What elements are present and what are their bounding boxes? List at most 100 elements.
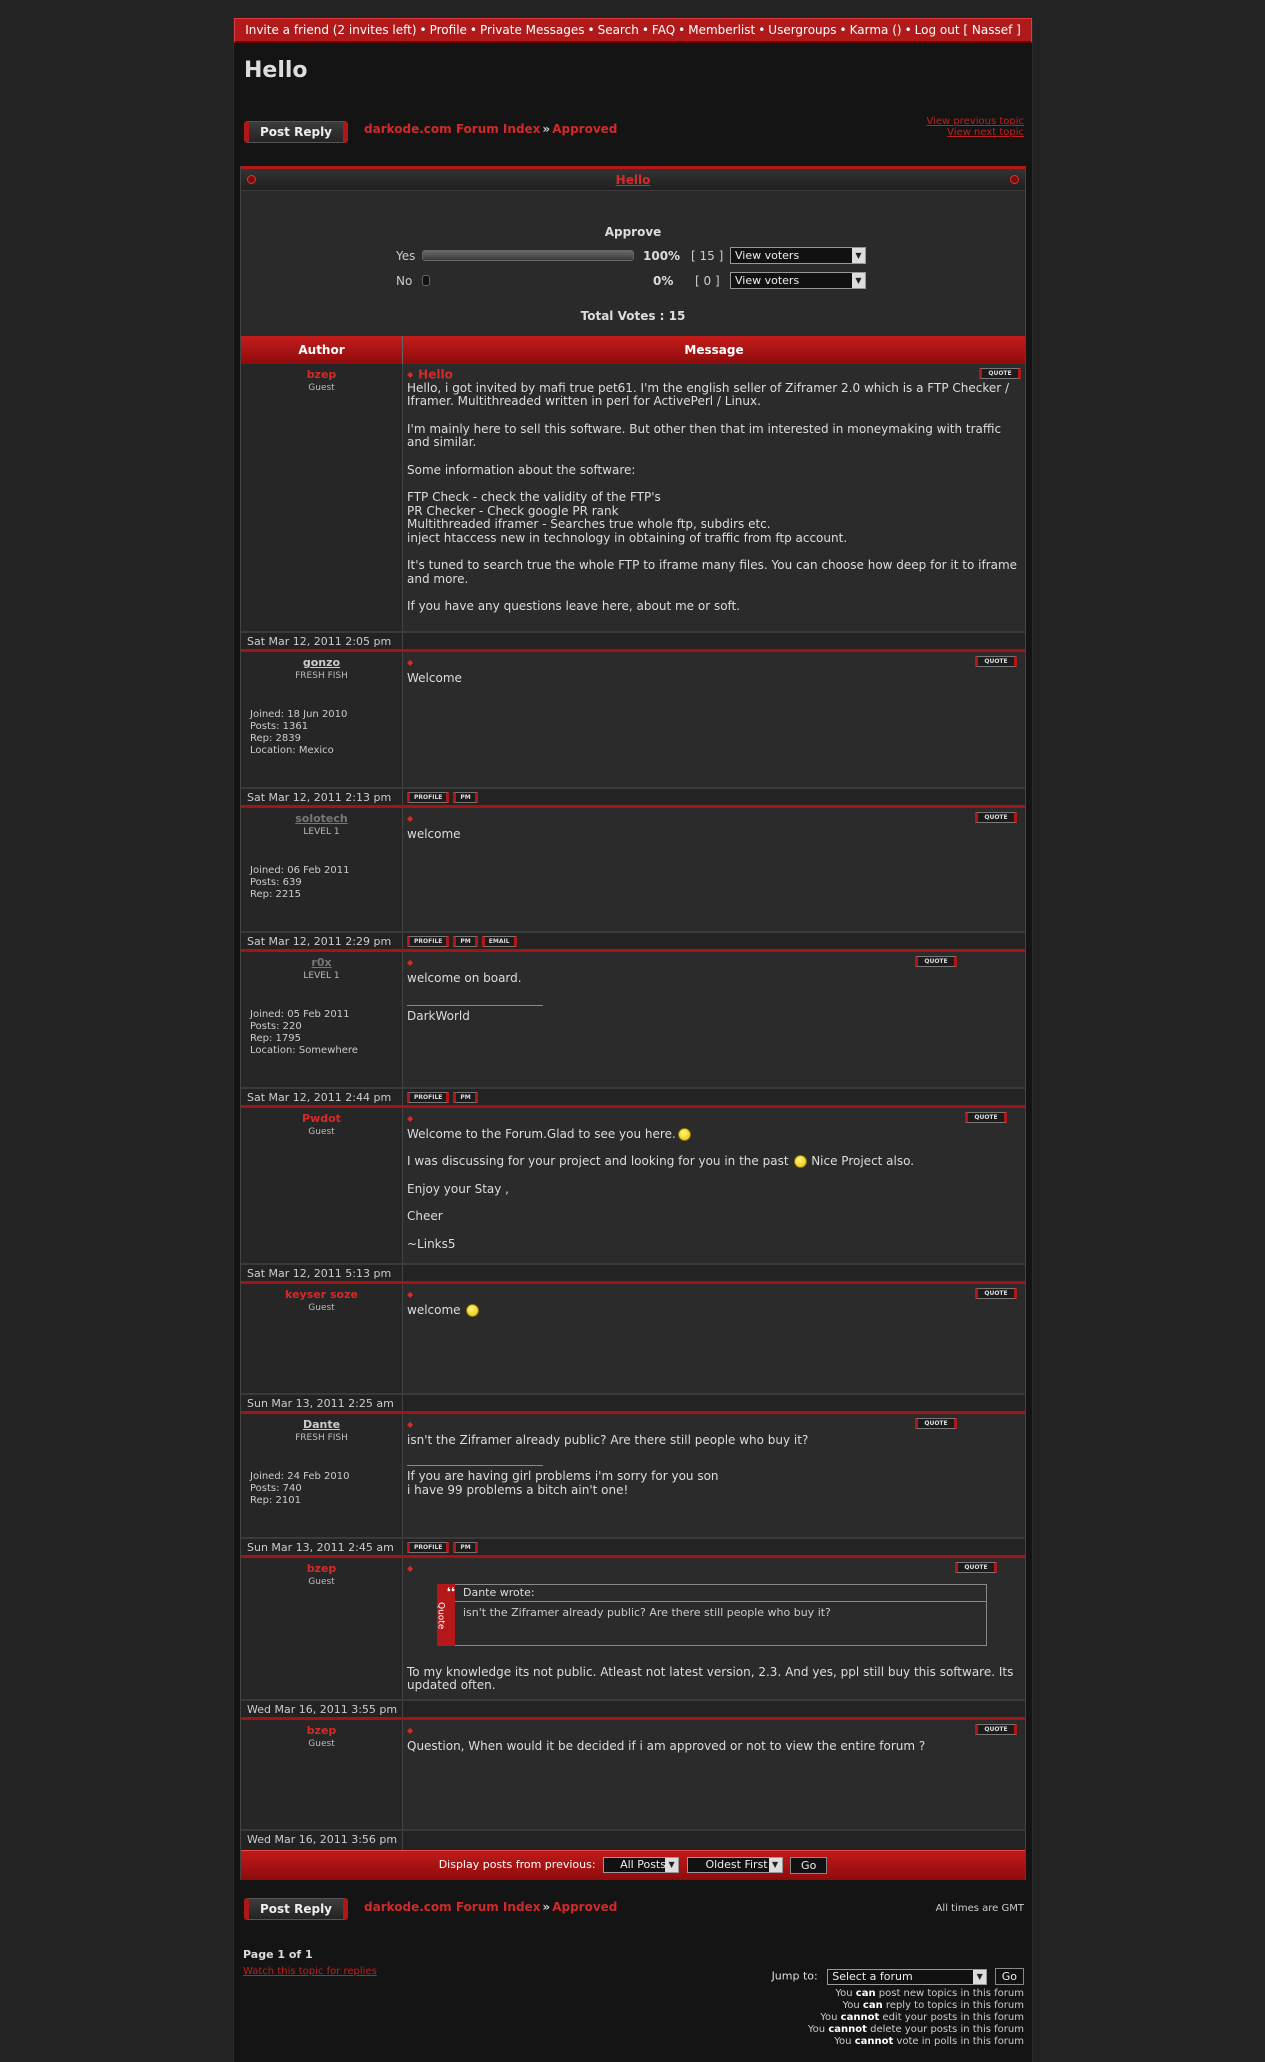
watch-topic-link[interactable]: Watch this topic for replies — [243, 1966, 377, 1977]
display-period-select[interactable]: All Posts ▼ — [603, 1857, 680, 1873]
nav-private-messages[interactable]: Private Messages — [480, 23, 585, 37]
quote-button[interactable]: QUOTE — [955, 1562, 997, 1573]
nav-karma[interactable]: Karma () — [850, 23, 902, 37]
post-paragraph: It's tuned to search true the whole FTP … — [407, 558, 1018, 586]
post-date: Sun Mar 13, 2011 2:25 am — [241, 1395, 403, 1411]
quote-button[interactable]: QUOTE — [965, 1112, 1007, 1123]
nav-usergroups[interactable]: Usergroups — [768, 23, 836, 37]
post-line: Multithreaded iframer - Searches true wh… — [407, 517, 771, 532]
author-joined: Joined: 06 Feb 2011 — [250, 865, 350, 876]
breadcrumb-current[interactable]: Approved — [552, 122, 617, 136]
author-rep: Rep: 2215 — [250, 889, 301, 900]
post-actions — [403, 1831, 1025, 1850]
post-message: Welcome — [407, 670, 1021, 686]
quote-button[interactable]: QUOTE — [915, 1418, 957, 1429]
post-author-name[interactable]: Dante — [241, 1418, 402, 1431]
post-author-name: bzep — [306, 368, 337, 381]
nav-faq[interactable]: FAQ — [652, 23, 675, 37]
post-icon: ◆ — [407, 370, 414, 379]
nav-invite[interactable]: Invite a friend (2 invites left) — [245, 23, 416, 37]
post-author-stats: Joined: 05 Feb 2011 Posts: 220 Rep: 1795… — [250, 1009, 358, 1057]
permission-verb: can — [862, 2000, 883, 2011]
poll-question: Approve — [604, 225, 662, 239]
topic-navigation: View previous topic View next topic — [926, 116, 1024, 138]
post-reply-button-bottom[interactable]: Post Reply — [244, 1898, 348, 1920]
permission-action: post new topics in this forum — [878, 1988, 1024, 1999]
post-author-rank: FRESH FISH — [295, 671, 348, 681]
profile-button[interactable]: PROFILE — [407, 935, 450, 947]
quote-button[interactable]: QUOTE — [975, 812, 1017, 823]
pm-button[interactable]: PM — [453, 935, 478, 947]
previous-topic-link[interactable]: View previous topic — [926, 116, 1024, 127]
view-voters-label: View voters — [735, 249, 800, 262]
breadcrumb-forum-index[interactable]: darkode.com Forum Index — [364, 1900, 540, 1914]
post-author-name[interactable]: r0x — [241, 956, 402, 969]
post-paragraph: To my knowledge its not public. Atleast … — [407, 1664, 1014, 1693]
post-paragraph: I was discussing for your project and lo… — [407, 1155, 1021, 1169]
poll-option-label: No — [396, 274, 413, 288]
post-subject-text: Hello — [418, 367, 453, 382]
post-author-rank: LEVEL 1 — [303, 971, 340, 981]
poll-total-votes: Total Votes : 15 — [580, 309, 686, 323]
display-go-button[interactable]: Go — [790, 1856, 828, 1874]
pm-button[interactable]: PM — [453, 791, 478, 803]
profile-button[interactable]: PROFILE — [407, 1541, 450, 1553]
post-subject: ◆ Hello — [407, 368, 1021, 382]
rivet-icon — [247, 175, 256, 184]
post-date: Sat Mar 12, 2011 2:13 pm — [241, 789, 403, 805]
nav-profile[interactable]: Profile — [430, 23, 467, 37]
post-signature: DarkWorld — [407, 1009, 470, 1024]
post-message: Question, When would it be decided if i … — [407, 1738, 1021, 1754]
breadcrumb-forum-index[interactable]: darkode.com Forum Index — [364, 122, 540, 136]
post-text: Nice Project also. — [811, 1154, 915, 1169]
breadcrumb-current[interactable]: Approved — [552, 1900, 617, 1914]
signature-divider — [407, 1465, 543, 1467]
post-icon: ◆ — [407, 1726, 414, 1735]
next-topic-link[interactable]: View next topic — [926, 127, 1024, 138]
post-body: QUOTE ◆ isn't the Ziframer already publi… — [403, 1414, 1025, 1537]
post-actions — [403, 633, 1025, 649]
post-author-panel: Pwdot Guest — [241, 1108, 403, 1263]
post-icon: ◆ — [407, 958, 414, 967]
nav-memberlist[interactable]: Memberlist — [688, 23, 755, 37]
post-date: Wed Mar 16, 2011 3:56 pm — [241, 1831, 403, 1850]
pm-button[interactable]: PM — [453, 1091, 478, 1103]
profile-button[interactable]: PROFILE — [407, 1091, 450, 1103]
view-voters-select[interactable]: View voters ▼ — [730, 272, 866, 289]
nav-logout[interactable]: Log out [ Nassef ] — [915, 23, 1021, 37]
poll-topic-title[interactable]: Hello — [616, 173, 651, 187]
post-author-name[interactable]: solotech — [241, 812, 402, 825]
quote-button[interactable]: QUOTE — [915, 956, 957, 967]
quote-button[interactable]: QUOTE — [975, 1288, 1017, 1299]
jump-go-button[interactable]: Go — [994, 1968, 1024, 1985]
post-paragraph: Welcome to the Forum.Glad to see you her… — [407, 1127, 1021, 1142]
author-joined: Joined: 18 Jun 2010 — [250, 709, 348, 720]
post-line: FTP Check - check the validity of the FT… — [407, 490, 661, 505]
post-reply-button[interactable]: Post Reply — [244, 121, 348, 143]
nav-separator: • — [419, 23, 427, 37]
quote-button[interactable]: QUOTE — [975, 656, 1017, 667]
post-author-rank: Guest — [308, 1127, 335, 1137]
profile-button[interactable]: PROFILE — [407, 791, 450, 803]
post-paragraph: Welcome — [407, 670, 462, 685]
quote-text: isn't the Ziframer already public? Are t… — [463, 1605, 831, 1619]
post-actions: PROFILE PM — [403, 1539, 1025, 1555]
quote-button[interactable]: QUOTE — [975, 1724, 1017, 1735]
jump-label: Jump to: — [771, 1969, 818, 1983]
post-author-name[interactable]: gonzo — [241, 656, 402, 669]
post-footer: Sun Mar 13, 2011 2:45 am PROFILE PM — [241, 1538, 1025, 1558]
post-paragraph: Question, When would it be decided if i … — [407, 1738, 926, 1753]
nav-search[interactable]: Search — [598, 23, 639, 37]
pm-button[interactable]: PM — [453, 1541, 478, 1553]
view-voters-select[interactable]: View voters ▼ — [730, 247, 866, 264]
quote-button[interactable]: QUOTE — [979, 368, 1021, 379]
email-button[interactable]: EMAIL — [481, 935, 517, 947]
post-signature: If you are having girl problems i'm sorr… — [407, 1469, 719, 1484]
jump-forum-select[interactable]: Select a forum ▼ — [827, 1968, 988, 1985]
author-rep: Rep: 1795 — [250, 1033, 301, 1044]
post-author-rank: Guest — [308, 1303, 335, 1313]
post: solotech LEVEL 1 Joined: 06 Feb 2011 Pos… — [241, 808, 1025, 932]
display-order-select[interactable]: Oldest First ▼ — [686, 1857, 783, 1873]
post-icon: ◆ — [407, 658, 414, 667]
permission-verb: cannot — [854, 2036, 894, 2047]
